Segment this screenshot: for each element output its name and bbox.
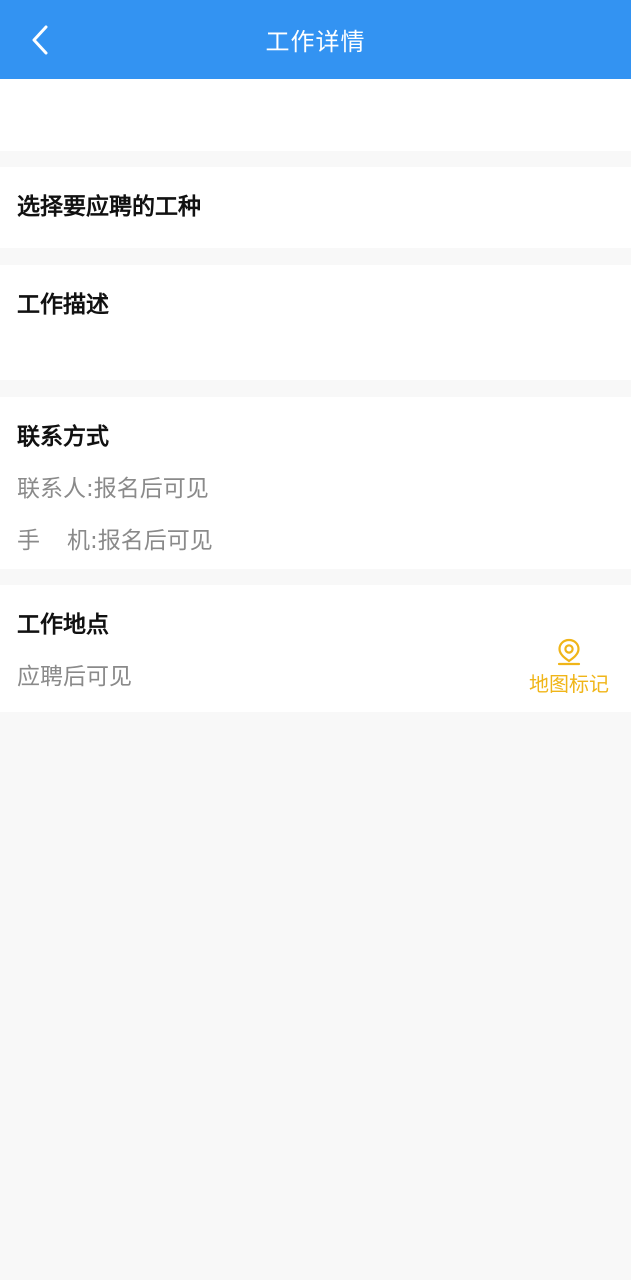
- location-value: 应聘后可见: [17, 664, 132, 690]
- job-description-section: 工作描述: [0, 265, 631, 380]
- map-mark-button[interactable]: 地图标记: [524, 638, 614, 697]
- job-type-title: 选择要应聘的工种: [17, 194, 201, 220]
- contact-phone-text: 手 机:报名后可见: [17, 521, 213, 555]
- job-type-section[interactable]: 选择要应聘的工种: [0, 167, 631, 248]
- job-description-title: 工作描述: [17, 292, 109, 318]
- location-section: 工作地点 应聘后可见 地图标记: [0, 585, 631, 712]
- contact-section: 联系方式 联系人:报名后可见 手 机:报名后可见: [0, 397, 631, 569]
- location-pin-icon: [557, 638, 581, 666]
- contact-title: 联系方式: [17, 424, 109, 450]
- location-title: 工作地点: [17, 612, 109, 638]
- back-button[interactable]: [22, 20, 60, 60]
- top-bar: 工作详情: [0, 0, 631, 79]
- contact-person-text: 联系人:报名后可见: [17, 476, 209, 502]
- phone-value: 机:报名后可见: [67, 528, 213, 554]
- top-blank-section: [0, 79, 631, 151]
- phone-label: 手: [17, 528, 40, 554]
- chevron-left-icon: [32, 25, 48, 55]
- page-title: 工作详情: [265, 28, 366, 56]
- map-mark-label: 地图标记: [529, 672, 609, 696]
